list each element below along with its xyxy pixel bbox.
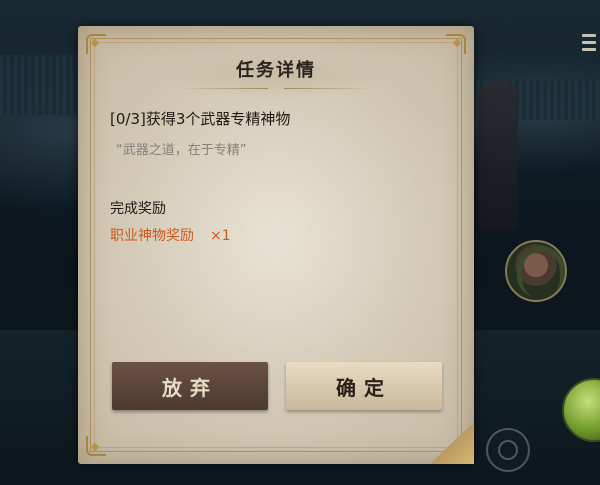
dialog-title: 任务详情	[236, 60, 316, 81]
quest-objective: [0/3]获得3个武器专精神物	[110, 110, 291, 128]
reward-item-name: 职业神物奖励	[110, 228, 194, 244]
character-silhouette	[478, 80, 518, 230]
corner-ornament-icon	[86, 430, 112, 456]
menu-icon[interactable]	[582, 30, 596, 56]
hero-portrait-icon[interactable]	[505, 240, 567, 302]
reward-item-quantity: ×1	[210, 228, 231, 244]
quest-quote: “武器之道，在于专精”	[116, 143, 247, 158]
quest-detail-dialog: 任务详情 [0/3]获得3个武器专精神物 “武器之道，在于专精” 完成奖励 职业…	[78, 26, 474, 464]
confirm-button[interactable]: 确定	[286, 362, 442, 410]
hedge-left	[0, 55, 80, 115]
reward-heading: 完成奖励	[110, 201, 166, 217]
abandon-button[interactable]: 放弃	[112, 362, 268, 410]
reward-item: 职业神物奖励 ×1	[110, 225, 231, 245]
joystick-button-icon[interactable]	[486, 428, 530, 472]
